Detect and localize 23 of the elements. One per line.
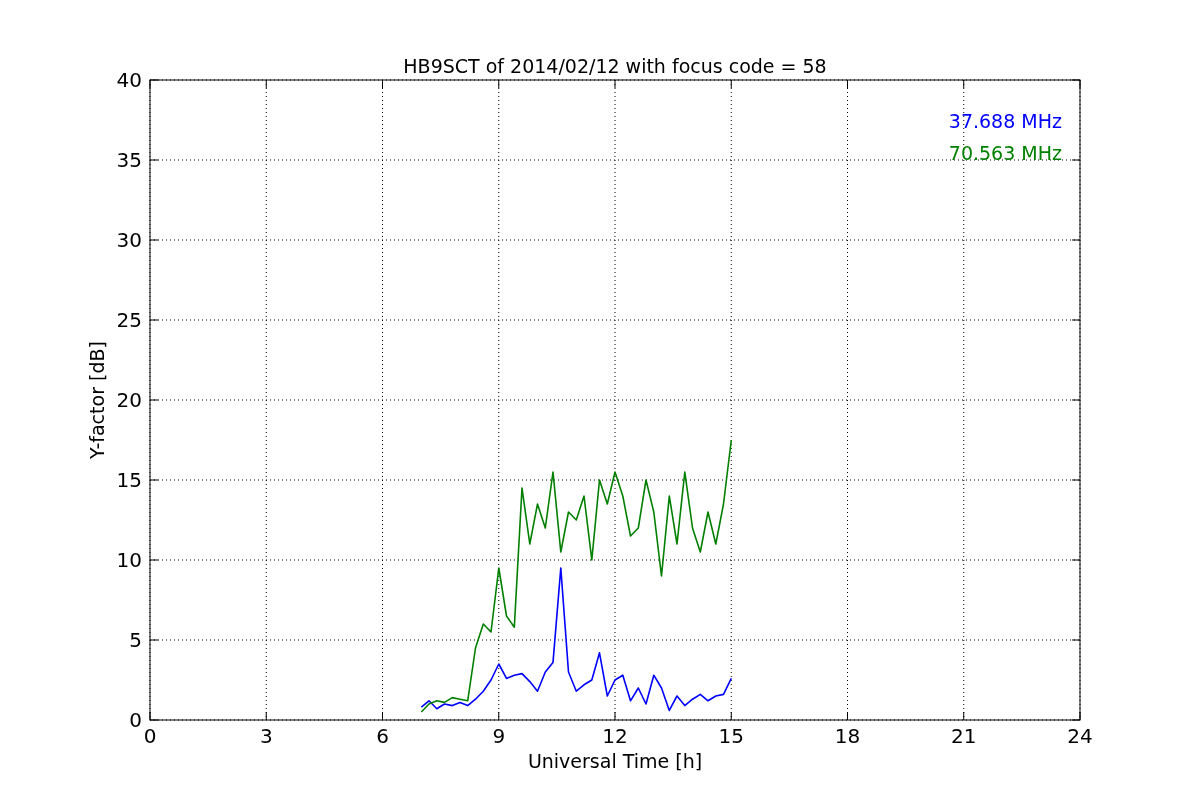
y-tick-label: 5	[129, 628, 142, 652]
x-tick-label: 24	[1067, 724, 1093, 748]
x-tick-label: 9	[492, 724, 506, 748]
x-tick-label: 18	[834, 724, 861, 748]
y-tick-label: 10	[116, 548, 142, 572]
x-tick-label: 0	[143, 724, 157, 748]
x-axis-label: Universal Time [h]	[527, 750, 703, 772]
legend-label: 70.563 MHz	[948, 142, 1062, 164]
y-axis-label: Y-factor [dB]	[86, 341, 108, 459]
x-tick-label: 15	[718, 724, 744, 748]
x-tick-label: 21	[951, 724, 977, 748]
x-tick-label: 6	[376, 724, 389, 748]
y-tick-label: 35	[116, 148, 142, 172]
x-tick-label: 3	[259, 724, 273, 748]
y-tick-label: 0	[129, 708, 142, 732]
y-tick-label: 20	[116, 388, 142, 412]
y-tick-label: 30	[116, 228, 142, 252]
x-tick-label: 12	[602, 724, 628, 748]
chart-title: HB9SCT of 2014/02/12 with focus code = 58	[403, 55, 827, 77]
y-tick-label: 15	[116, 468, 142, 492]
legend-label: 37.688 MHz	[948, 110, 1062, 132]
y-tick-label: 40	[116, 68, 142, 92]
y-tick-label: 25	[116, 308, 142, 332]
